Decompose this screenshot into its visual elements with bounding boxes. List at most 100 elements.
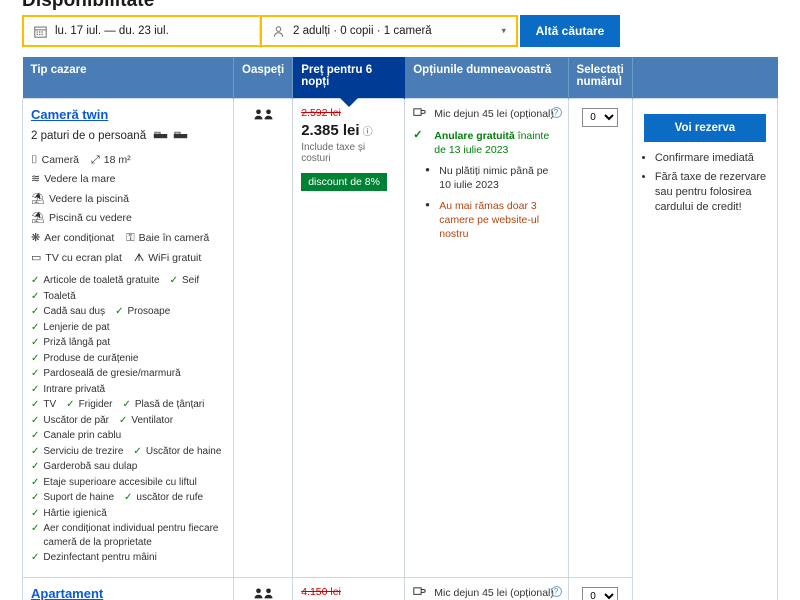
price-cell: 2.592 lei 2.385 leiⓘ Include taxe și cos… bbox=[293, 99, 405, 578]
facility-label: Piscină cu vedere bbox=[49, 210, 132, 226]
header-action bbox=[632, 57, 777, 99]
amenity-item: ✓ Ventilator bbox=[119, 414, 173, 428]
check-icon: ✓ bbox=[31, 476, 39, 490]
amenity-label: Uscător de păr bbox=[43, 414, 109, 428]
facility-room: ⌷Cameră bbox=[31, 152, 79, 168]
facility-list: ▭TV cu ecran plat ᗑWiFi gratuit bbox=[31, 250, 225, 266]
amenity-line: ✓ Garderobă sau dulap bbox=[31, 460, 225, 476]
facility-pool: ⛱Piscină cu vedere bbox=[31, 210, 132, 226]
header-select: Selectați numărul bbox=[568, 57, 632, 99]
current-price: 2.385 leiⓘ bbox=[301, 122, 396, 139]
room-name-link[interactable]: Apartament bbox=[31, 586, 103, 600]
check-icon: ✓ bbox=[31, 352, 39, 366]
amenity-label: Frigider bbox=[79, 398, 113, 412]
amenity-label: Prosoape bbox=[128, 305, 171, 319]
amenity-label: Pardoseală de gresie/marmură bbox=[43, 367, 180, 381]
header-type: Tip cazare bbox=[23, 57, 234, 99]
price-cell: 4.150 lei 3.825 leiⓘ Include taxe și cos… bbox=[293, 577, 405, 600]
check-icon: ✓ bbox=[115, 305, 123, 319]
facility-label: 18 m² bbox=[104, 152, 131, 168]
amenity-item: ✓Suport de haine bbox=[31, 491, 114, 505]
search-again-button[interactable]: Altă căutare bbox=[520, 15, 620, 47]
check-icon: ✓ bbox=[133, 445, 141, 459]
amenity-item: ✓Dezinfectant pentru mâini bbox=[31, 551, 157, 565]
amenity-label: Serviciu de trezire bbox=[43, 445, 123, 459]
guest-icons bbox=[254, 109, 273, 120]
facility-bathroom: ⚿Baie în cameră bbox=[126, 230, 209, 246]
amenity-line: ✓Serviciu de trezire ✓Uscător de haine bbox=[31, 445, 225, 461]
check-icon: ✓ bbox=[31, 551, 39, 565]
amenity-item: ✓ Uscător de păr bbox=[31, 414, 109, 428]
amenity-line: ✓Priză lângă pat ✓Produse de curățenie bbox=[31, 336, 225, 367]
check-icon: ✓ bbox=[31, 367, 39, 381]
check-icon: ✓ bbox=[119, 414, 127, 428]
search-bar: lu. 17 iul. — du. 23 iul. 2 adulți · 0 c… bbox=[22, 15, 620, 47]
table-header-row: Tip cazare Oaspeți Preț pentru 6 nopți O… bbox=[23, 57, 778, 99]
room-quantity-select[interactable]: 0 1 2 3 bbox=[582, 108, 618, 127]
amenity-item: ✓Serviciu de trezire bbox=[31, 445, 123, 459]
amenity-label: uscător de rufe bbox=[136, 491, 203, 505]
amenity-item: ✓Cadă sau duș bbox=[31, 305, 105, 319]
amenity-label: Ventilator bbox=[131, 414, 173, 428]
bullet-icon: • bbox=[425, 199, 431, 210]
check-icon: ✓ bbox=[31, 290, 39, 304]
sea-view-icon: ≋ bbox=[31, 171, 40, 187]
price-info-icon[interactable]: ⓘ bbox=[363, 127, 373, 138]
amenity-label: Hârtie igienică bbox=[43, 507, 106, 521]
amenity-line: ✓TV ✓Frigider ✓Plasă de țânțari bbox=[31, 398, 225, 414]
amenity-item: ✓Aer condiționat individual pentru fieca… bbox=[31, 522, 225, 549]
air-conditioning-icon: ❋ bbox=[31, 230, 40, 246]
bullet-icon: • bbox=[425, 164, 431, 175]
check-icon: ✓ bbox=[124, 491, 132, 505]
amenity-label: Suport de haine bbox=[43, 491, 114, 505]
facility-list: ❋Aer condiționat ⚿Baie în cameră bbox=[31, 230, 225, 246]
room-name-link[interactable]: Cameră twin bbox=[31, 107, 108, 122]
amenity-label: TV bbox=[43, 398, 56, 412]
check-icon: ✓ bbox=[31, 429, 39, 443]
options-cell: ? Mic dejun 45 lei (opțional) ✓ Anulare … bbox=[405, 577, 568, 600]
header-price-label: Preț pentru 6 nopți bbox=[301, 64, 372, 88]
availability-table: Tip cazare Oaspeți Preț pentru 6 nopți O… bbox=[22, 57, 778, 600]
guests-cell bbox=[234, 99, 293, 578]
check-icon: ✓ bbox=[31, 414, 39, 428]
bed-config-text: 2 paturi de o persoană bbox=[31, 130, 146, 142]
help-icon[interactable]: ? bbox=[551, 107, 562, 118]
facility-list: ⌷Cameră ⤢18 m² ≋Vedere la mare bbox=[31, 152, 225, 187]
amenity-label: Lenjerie de pat bbox=[43, 321, 109, 335]
calendar-icon bbox=[34, 25, 47, 38]
check-icon: ✓ bbox=[31, 398, 39, 412]
facility-label: Vedere la piscină bbox=[49, 191, 129, 207]
room-quantity-select[interactable]: 0 1 bbox=[582, 587, 618, 600]
amenity-item: ✓Priză lângă pat bbox=[31, 336, 110, 350]
options-cell: ? Mic dejun 45 lei (opțional) ✓ Anulare … bbox=[405, 99, 568, 578]
page-title: Disponibilitate bbox=[22, 0, 154, 12]
facility-tv: ▭TV cu ecran plat bbox=[31, 250, 122, 266]
facility-label: Aer condiționat bbox=[44, 230, 114, 246]
amenity-item: ✓Canale prin cablu bbox=[31, 429, 121, 443]
person-icon bbox=[272, 25, 285, 38]
help-icon[interactable]: ? bbox=[551, 586, 562, 597]
room-type-cell: Cameră twin 2 paturi de o persoană ⌷Came… bbox=[23, 99, 234, 578]
check-icon: ✓ bbox=[170, 274, 178, 288]
facility-wifi: ᗑWiFi gratuit bbox=[134, 250, 201, 266]
chevron-down-icon: ▾ bbox=[501, 26, 506, 37]
amenity-line: ✓Hârtie igienică bbox=[31, 507, 225, 523]
facility-air-conditioning: ❋Aer condiționat bbox=[31, 230, 114, 246]
amenity-line: ✓ Uscător de păr ✓ Ventilator ✓Canale prin… bbox=[31, 414, 225, 445]
reserve-button[interactable]: Voi rezerva bbox=[644, 114, 766, 142]
price-note: Include taxe și costuri bbox=[301, 142, 396, 164]
area-icon: ⤢ bbox=[91, 152, 100, 168]
amenity-label: Garderobă sau dulap bbox=[43, 460, 137, 474]
amenity-item: ✓Seif bbox=[170, 274, 200, 288]
occupancy-field[interactable]: 2 adulți · 0 copii · 1 cameră ▾ bbox=[260, 15, 518, 47]
single-bed-icon bbox=[153, 130, 187, 142]
amenity-item: ✓ Garderobă sau dulap bbox=[31, 460, 137, 474]
guests-cell bbox=[234, 577, 293, 600]
amenity-item: ✓Toaletă bbox=[31, 290, 76, 304]
date-range-field[interactable]: lu. 17 iul. — du. 23 iul. bbox=[22, 15, 260, 47]
amenity-line: ✓Dezinfectant pentru mâini bbox=[31, 551, 225, 567]
check-icon: ✓ bbox=[31, 460, 39, 474]
amenity-label: Priză lângă pat bbox=[43, 336, 110, 350]
facility-area: ⤢18 m² bbox=[91, 152, 131, 168]
facility-label: Cameră bbox=[42, 152, 79, 168]
